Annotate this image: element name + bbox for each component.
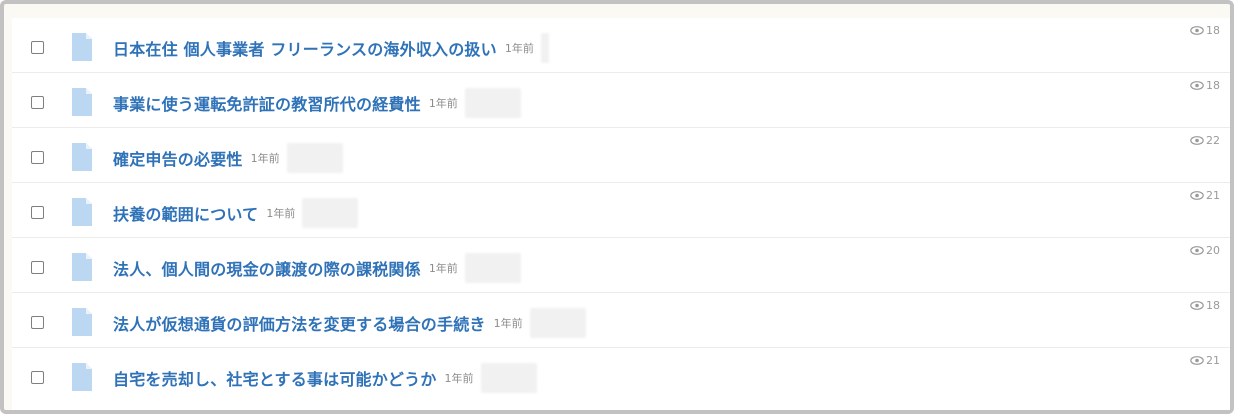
document-icon	[72, 308, 92, 336]
redacted-author	[302, 198, 359, 228]
select-checkbox[interactable]	[31, 371, 44, 384]
item-title-link[interactable]: 確定申告の必要性	[113, 146, 243, 170]
view-count: 22	[1190, 134, 1220, 147]
redacted-author	[464, 253, 521, 283]
item-title-line: 自宅を売却し、社宅とする事は可能かどうか 1年前	[113, 363, 537, 393]
eye-icon	[1190, 26, 1204, 35]
view-count: 18	[1190, 299, 1220, 312]
view-count-value: 22	[1206, 134, 1220, 147]
view-count: 18	[1190, 79, 1220, 92]
redacted-author	[480, 363, 537, 393]
view-count-value: 18	[1206, 24, 1220, 37]
item-age: 1年前	[428, 262, 458, 275]
view-count: 18	[1190, 24, 1220, 37]
view-count: 21	[1190, 189, 1220, 202]
item-title-link[interactable]: 自宅を売却し、社宅とする事は可能かどうか	[113, 366, 437, 390]
select-checkbox[interactable]	[31, 151, 44, 164]
view-count-value: 18	[1206, 299, 1220, 312]
item-title-line: 扶養の範囲について 1年前	[113, 198, 359, 228]
document-icon	[72, 143, 92, 171]
item-age: 1年前	[250, 152, 280, 165]
list-item: 事業に使う運転免許証の教習所代の経費性 1年前 18	[12, 73, 1230, 128]
select-checkbox[interactable]	[31, 206, 44, 219]
eye-icon	[1190, 81, 1204, 90]
eye-icon	[1190, 246, 1204, 255]
item-title-line: 法人、個人間の現金の譲渡の際の課税関係 1年前	[113, 253, 521, 283]
select-checkbox[interactable]	[31, 41, 44, 54]
item-age: 1年前	[504, 42, 534, 55]
list-item: 法人、個人間の現金の譲渡の際の課税関係 1年前 20	[12, 238, 1230, 293]
item-title-link[interactable]: 法人、個人間の現金の譲渡の際の課税関係	[113, 256, 421, 280]
item-title-link[interactable]: 法人が仮想通貨の評価方法を変更する場合の手続き	[113, 311, 486, 335]
item-age: 1年前	[266, 207, 296, 220]
view-count-value: 21	[1206, 354, 1220, 367]
select-checkbox[interactable]	[31, 96, 44, 109]
document-icon	[72, 88, 92, 116]
item-title-link[interactable]: 日本在住 個人事業者 フリーランスの海外収入の扱い	[113, 36, 497, 60]
item-title-line: 事業に使う運転免許証の教習所代の経費性 1年前	[113, 88, 521, 118]
document-icon	[72, 198, 92, 226]
view-count: 20	[1190, 244, 1220, 257]
list-item: 日本在住 個人事業者 フリーランスの海外収入の扱い 1年前 18	[12, 18, 1230, 73]
view-count-value: 21	[1206, 189, 1220, 202]
redacted-author	[529, 308, 586, 338]
view-count-value: 18	[1206, 79, 1220, 92]
eye-icon	[1190, 356, 1204, 365]
redacted-author	[540, 33, 549, 63]
list-item: 確定申告の必要性 1年前 22	[12, 128, 1230, 183]
item-title-link[interactable]: 事業に使う運転免許証の教習所代の経費性	[113, 91, 421, 115]
item-age: 1年前	[428, 97, 458, 110]
question-list: 日本在住 個人事業者 フリーランスの海外収入の扱い 1年前 18 事業に使う運転…	[12, 18, 1230, 410]
document-icon	[72, 33, 92, 61]
item-title-line: 法人が仮想通貨の評価方法を変更する場合の手続き 1年前	[113, 308, 586, 338]
view-count: 21	[1190, 354, 1220, 367]
redacted-author	[286, 143, 343, 173]
select-checkbox[interactable]	[31, 261, 44, 274]
eye-icon	[1190, 301, 1204, 310]
item-title-line: 確定申告の必要性 1年前	[113, 143, 343, 173]
item-title-line: 日本在住 個人事業者 フリーランスの海外収入の扱い 1年前	[113, 33, 549, 63]
document-icon	[72, 253, 92, 281]
list-item: 法人が仮想通貨の評価方法を変更する場合の手続き 1年前 18	[12, 293, 1230, 348]
item-age: 1年前	[493, 317, 523, 330]
item-title-link[interactable]: 扶養の範囲について	[113, 201, 258, 225]
list-item: 扶養の範囲について 1年前 21	[12, 183, 1230, 238]
eye-icon	[1190, 191, 1204, 200]
item-age: 1年前	[444, 372, 474, 385]
eye-icon	[1190, 136, 1204, 145]
redacted-author	[464, 88, 521, 118]
select-checkbox[interactable]	[31, 316, 44, 329]
document-icon	[72, 363, 92, 391]
window-frame: 日本在住 個人事業者 フリーランスの海外収入の扱い 1年前 18 事業に使う運転…	[0, 0, 1234, 414]
view-count-value: 20	[1206, 244, 1220, 257]
list-item: 自宅を売却し、社宅とする事は可能かどうか 1年前 21	[12, 348, 1230, 403]
